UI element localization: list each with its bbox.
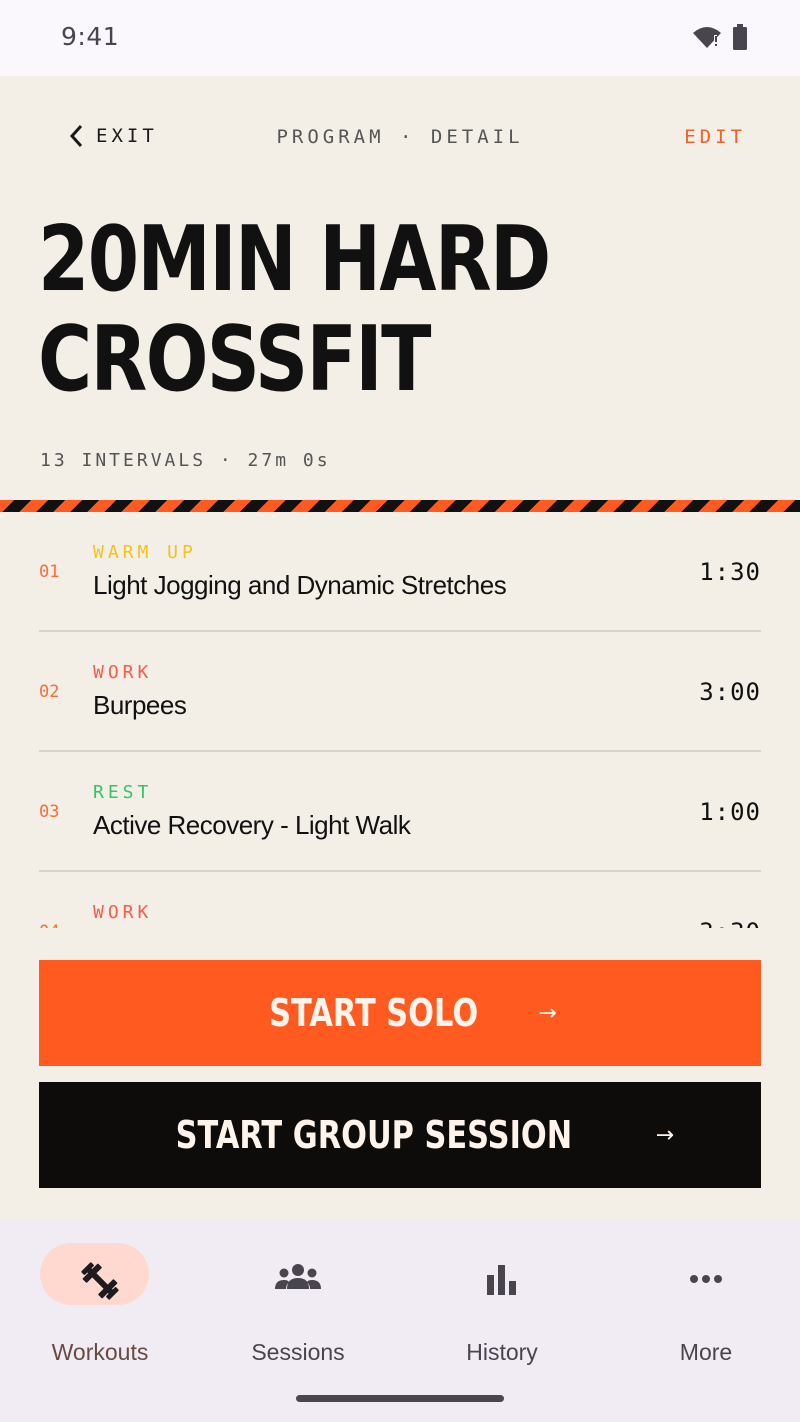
interval-type: REST bbox=[93, 782, 153, 803]
tab-label: Workouts bbox=[51, 1339, 149, 1365]
start-group-label: START GROUP SESSION bbox=[175, 1113, 573, 1157]
interval-row[interactable]: 02 WORK Burpees 3:00 bbox=[39, 632, 761, 752]
interval-duration: 3:00 bbox=[699, 678, 761, 706]
interval-duration: 3:30 bbox=[699, 918, 761, 928]
top-nav: EXIT PROGRAM · DETAIL EDIT bbox=[0, 124, 800, 154]
bar-chart-icon bbox=[487, 1265, 516, 1295]
start-solo-button[interactable]: START SOLO → bbox=[39, 960, 761, 1066]
start-solo-label: START SOLO bbox=[269, 991, 479, 1035]
interval-row[interactable]: 03 REST Active Recovery - Light Walk 1:0… bbox=[39, 752, 761, 872]
tab-workouts[interactable]: Workouts bbox=[0, 1243, 200, 1365]
interval-list[interactable]: 01 WARM UP Light Jogging and Dynamic Str… bbox=[0, 512, 800, 928]
gesture-bar[interactable] bbox=[296, 1395, 504, 1402]
hazard-stripe-divider bbox=[0, 500, 800, 512]
wifi-icon bbox=[693, 27, 721, 48]
status-time: 9:41 bbox=[61, 22, 120, 51]
bottom-nav: Workouts Sessions History More bbox=[0, 1219, 800, 1422]
interval-row[interactable]: 04 WORK 3:30 bbox=[39, 872, 761, 928]
start-group-session-button[interactable]: START GROUP SESSION → bbox=[39, 1082, 761, 1188]
page-title: 20MIN HARD CROSSFIT bbox=[38, 207, 551, 412]
interval-row[interactable]: 01 WARM UP Light Jogging and Dynamic Str… bbox=[39, 512, 761, 632]
interval-name: Light Jogging and Dynamic Stretches bbox=[93, 570, 507, 600]
people-icon bbox=[275, 1264, 321, 1289]
interval-type: WARM UP bbox=[93, 542, 197, 563]
interval-type: WORK bbox=[93, 662, 153, 683]
tab-history[interactable]: History bbox=[402, 1243, 602, 1365]
status-icons bbox=[692, 24, 748, 50]
tab-label: More bbox=[679, 1339, 733, 1365]
battery-icon bbox=[733, 24, 747, 50]
interval-number: 04 bbox=[39, 922, 59, 928]
interval-number: 01 bbox=[39, 562, 60, 582]
program-meta: 13 INTERVALS · 27m 0s bbox=[40, 450, 331, 471]
tab-sessions[interactable]: Sessions bbox=[198, 1243, 398, 1365]
tab-label: History bbox=[466, 1339, 538, 1365]
arrow-right-icon: → bbox=[538, 1000, 557, 1026]
breadcrumb: PROGRAM · DETAIL bbox=[276, 126, 524, 148]
interval-number: 02 bbox=[39, 682, 60, 702]
edit-button[interactable]: EDIT bbox=[684, 126, 746, 148]
interval-name: Burpees bbox=[93, 690, 187, 720]
tab-more[interactable]: More bbox=[606, 1243, 800, 1365]
interval-name: Active Recovery - Light Walk bbox=[93, 810, 411, 840]
dumbbell-icon bbox=[81, 1262, 119, 1300]
title-line-1: 20MIN HARD bbox=[38, 207, 551, 312]
status-bar: 9:41 bbox=[0, 0, 800, 76]
interval-duration: 1:00 bbox=[699, 798, 761, 826]
title-line-2: CROSSFIT bbox=[38, 307, 431, 412]
interval-duration: 1:30 bbox=[699, 558, 761, 586]
more-dots-icon bbox=[690, 1275, 722, 1283]
tab-label: Sessions bbox=[251, 1339, 345, 1365]
interval-number: 03 bbox=[39, 802, 60, 822]
interval-type: WORK bbox=[93, 902, 153, 923]
program-header: EXIT PROGRAM · DETAIL EDIT 20MIN HARD CR… bbox=[0, 76, 800, 500]
arrow-right-icon: → bbox=[655, 1122, 675, 1148]
